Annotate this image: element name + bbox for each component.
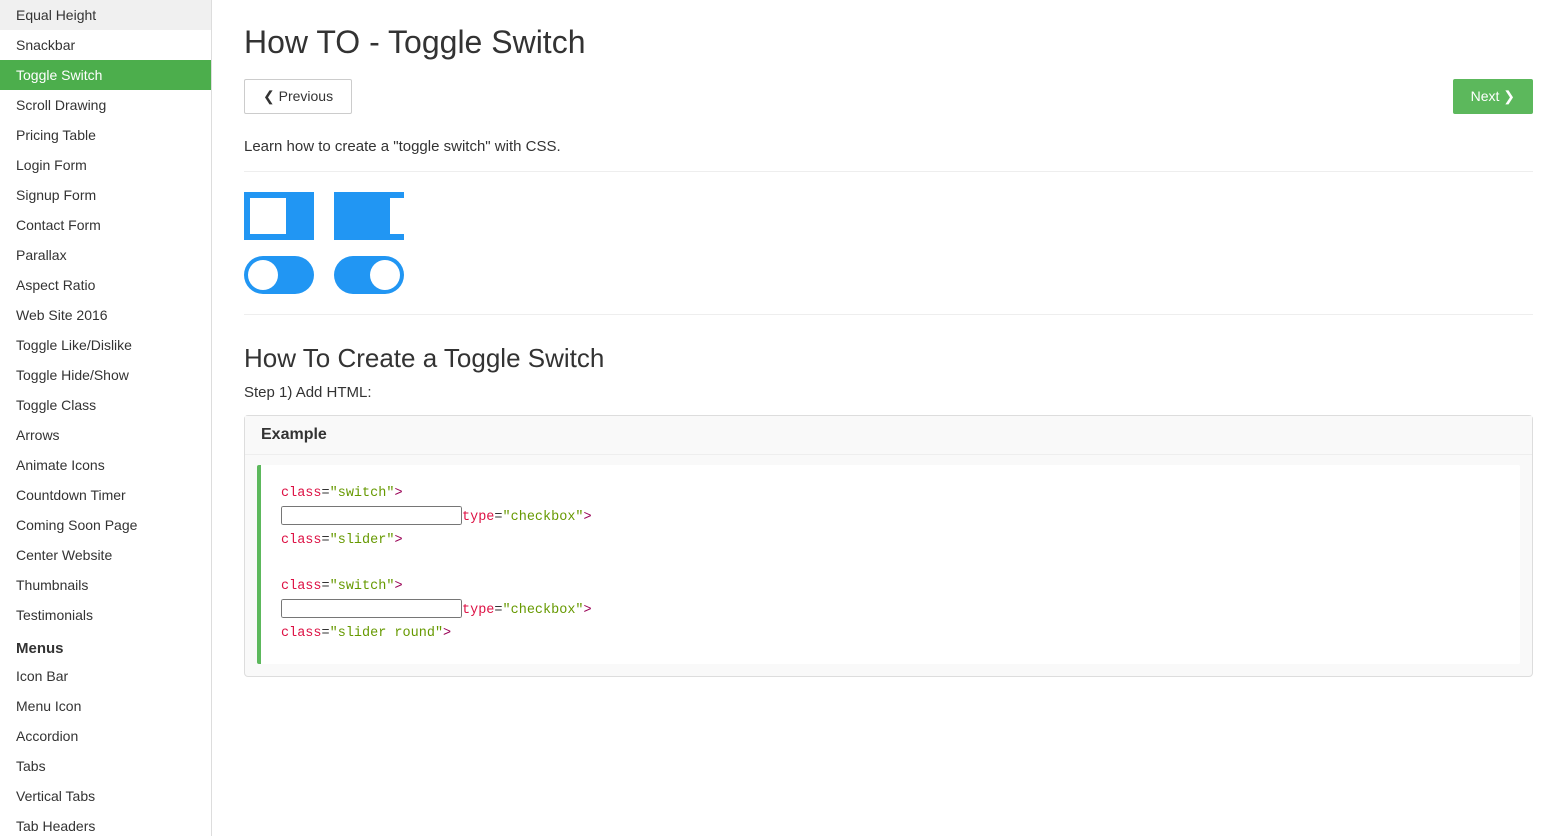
example-header: Example [245,416,1532,455]
sidebar-item-web-site-2016[interactable]: Web Site 2016 [0,300,211,330]
code-line: class="slider"> [281,530,1500,553]
menus-section-label: Menus [0,630,211,661]
main-content: How TO - Toggle Switch ❮ Previous Next ❯… [212,0,1565,836]
toggle-round-on[interactable] [334,256,404,294]
toggle-rect-off[interactable] [244,192,314,240]
section-title: How To Create a Toggle Switch [244,343,1533,374]
sidebar-item-menu-icon[interactable]: Menu Icon [0,691,211,721]
sidebar: Equal HeightSnackbarToggle SwitchScroll … [0,0,212,836]
sidebar-item-toggle-switch[interactable]: Toggle Switch [0,60,211,90]
sidebar-item-tab-headers[interactable]: Tab Headers [0,811,211,836]
toggle-rect-on[interactable] [334,192,404,240]
sidebar-item-countdown-timer[interactable]: Countdown Timer [0,480,211,510]
toggle-round-off-slider [244,256,314,294]
code-line: type="checkbox"> [281,506,1500,530]
sidebar-item-contact-form[interactable]: Contact Form [0,210,211,240]
sidebar-item-vertical-tabs[interactable]: Vertical Tabs [0,781,211,811]
prev-button[interactable]: ❮ Previous [244,79,352,114]
sidebar-item-toggle-like-dislike[interactable]: Toggle Like/Dislike [0,330,211,360]
intro-text: Learn how to create a "toggle switch" wi… [244,138,1533,172]
sidebar-item-aspect-ratio[interactable]: Aspect Ratio [0,270,211,300]
toggle-demo-area [244,192,1533,315]
sidebar-item-toggle-class[interactable]: Toggle Class [0,390,211,420]
sidebar-item-thumbnails[interactable]: Thumbnails [0,570,211,600]
next-button[interactable]: Next ❯ [1453,79,1533,114]
sidebar-item-center-website[interactable]: Center Website [0,540,211,570]
sidebar-item-icon-bar[interactable]: Icon Bar [0,661,211,691]
sidebar-item-coming-soon-page[interactable]: Coming Soon Page [0,510,211,540]
sidebar-item-scroll-drawing[interactable]: Scroll Drawing [0,90,211,120]
code-area: class="switch"> type="checkbox"> class="… [257,465,1520,664]
sidebar-item-testimonials[interactable]: Testimonials [0,600,211,630]
sidebar-item-equal-height[interactable]: Equal Height [0,0,211,30]
step-label: Step 1) Add HTML: [244,384,1533,401]
toggle-rect-off-slider [244,192,314,240]
sidebar-item-animate-icons[interactable]: Animate Icons [0,450,211,480]
sidebar-item-signup-form[interactable]: Signup Form [0,180,211,210]
code-line: class="switch"> [281,483,1500,506]
sidebar-item-toggle-hide-show[interactable]: Toggle Hide/Show [0,360,211,390]
toggle-row-rect [244,192,1533,240]
code-line: class="switch"> [281,576,1500,599]
example-box: Example class="switch"> type="checkbox">… [244,415,1533,677]
toggle-rect-on-slider [334,192,404,240]
toggle-round-on-slider [334,256,404,294]
sidebar-item-snackbar[interactable]: Snackbar [0,30,211,60]
code-line: type="checkbox"> [281,599,1500,623]
code-line [281,553,1500,576]
toggle-row-round [244,256,1533,294]
sidebar-item-arrows[interactable]: Arrows [0,420,211,450]
sidebar-item-accordion[interactable]: Accordion [0,721,211,751]
nav-buttons: ❮ Previous Next ❯ [244,79,1533,114]
sidebar-item-tabs[interactable]: Tabs [0,751,211,781]
sidebar-item-parallax[interactable]: Parallax [0,240,211,270]
toggle-round-off[interactable] [244,256,314,294]
sidebar-item-login-form[interactable]: Login Form [0,150,211,180]
page-title: How TO - Toggle Switch [244,24,1533,61]
sidebar-item-pricing-table[interactable]: Pricing Table [0,120,211,150]
code-line: class="slider round"> [281,623,1500,646]
